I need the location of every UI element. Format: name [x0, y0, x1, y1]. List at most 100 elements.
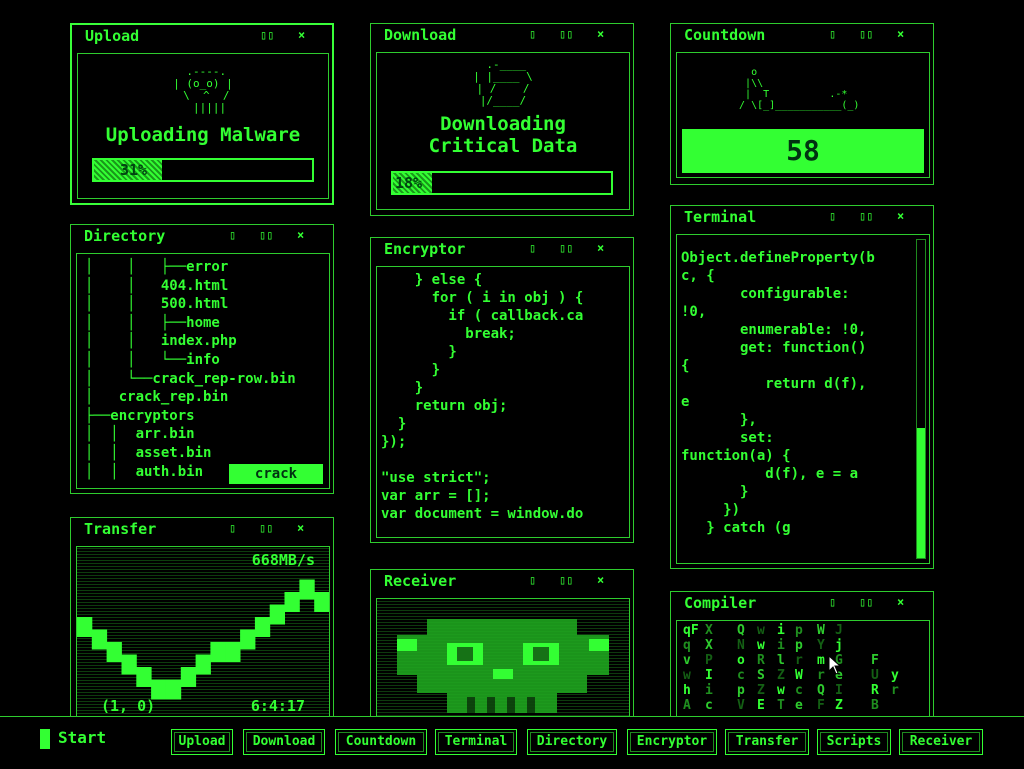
- taskbar-receiver-button[interactable]: Receiver: [899, 729, 983, 755]
- download-progress-bar: 18%: [391, 171, 613, 195]
- close-icon[interactable]: ×: [897, 27, 904, 41]
- transfer-bar: [91, 629, 108, 650]
- close-icon[interactable]: ×: [298, 28, 305, 42]
- directory-window[interactable]: Directory ▯ ▯▯ × │ │ ├──error │ │ 404.htm…: [70, 224, 334, 494]
- receiver-window[interactable]: Receiver ▯ ▯▯ ×: [370, 569, 634, 722]
- matrix-char: w: [757, 638, 765, 653]
- countdown-titlebar[interactable]: Countdown ▯ ▯▯ ×: [671, 24, 933, 46]
- download-window[interactable]: Download ▯ ▯▯ × .-____ | |____ \ | / / |…: [370, 23, 634, 216]
- matrix-char: P: [705, 653, 713, 668]
- close-icon[interactable]: ×: [597, 573, 604, 587]
- transfer-window[interactable]: Transfer ▯ ▯▯ × 668MB/s (1, 0) 6:4:17: [70, 517, 334, 720]
- download-panel: .-____ | |____ \ | / / |/____/ Downloadi…: [376, 52, 630, 210]
- matrix-char: S: [757, 668, 765, 683]
- maximize-icon[interactable]: ▯▯: [859, 595, 873, 609]
- matrix-char: w: [683, 668, 691, 683]
- close-icon[interactable]: ×: [897, 209, 904, 223]
- download-heading-line2: Critical Data: [428, 135, 578, 157]
- encryptor-titlebar[interactable]: Encryptor ▯ ▯▯ ×: [371, 238, 633, 260]
- matrix-char: Z: [777, 668, 785, 683]
- compiler-window[interactable]: Compiler ▯ ▯▯ × qF X Qw i p W Jq X Nw i p Yj v Po Rl r m…: [670, 591, 934, 722]
- terminal-titlebar[interactable]: Terminal ▯ ▯▯ ×: [671, 206, 933, 228]
- skull-image: [397, 619, 609, 713]
- receiver-titlebar[interactable]: Receiver ▯ ▯▯ ×: [371, 570, 633, 592]
- directory-titlebar[interactable]: Directory ▯ ▯▯ ×: [71, 225, 333, 247]
- taskbar-transfer-button[interactable]: Transfer: [725, 729, 809, 755]
- tree-item[interactable]: │ │ 500.html: [85, 295, 329, 314]
- matrix-char: i: [777, 638, 785, 653]
- matrix-char: A: [683, 698, 691, 713]
- matrix-char: Q: [737, 623, 745, 638]
- crack-button[interactable]: crack: [229, 464, 323, 484]
- close-icon[interactable]: ×: [597, 27, 604, 41]
- folder-art: .-____ | |____ \ | / / |/____/: [473, 58, 533, 107]
- minimize-icon[interactable]: ▯: [829, 595, 836, 609]
- taskbar-directory-button[interactable]: Directory: [527, 729, 617, 755]
- scrollbar-thumb[interactable]: [917, 428, 925, 558]
- bomb-art: o |\\ | T .-* / \[_]___________(_): [739, 67, 860, 111]
- encryptor-window[interactable]: Encryptor ▯ ▯▯ × } else { for ( i in obj…: [370, 237, 634, 543]
- download-progress-label: 18%: [395, 174, 423, 192]
- transfer-titlebar[interactable]: Transfer ▯ ▯▯ ×: [71, 518, 333, 540]
- taskbar-encryptor-button[interactable]: Encryptor: [627, 729, 717, 755]
- tree-item[interactable]: │ │ └──info: [85, 351, 329, 370]
- close-icon[interactable]: ×: [297, 228, 304, 242]
- matrix-char: R: [757, 653, 765, 668]
- minimize-icon[interactable]: ▯: [829, 209, 836, 223]
- matrix-char: i: [777, 623, 785, 638]
- maximize-icon[interactable]: ▯▯: [260, 28, 274, 42]
- taskbar-download-button[interactable]: Download: [243, 729, 325, 755]
- maximize-icon[interactable]: ▯▯: [859, 27, 873, 41]
- window-title: Receiver: [384, 572, 457, 590]
- tree-item[interactable]: │ │ asset.bin: [85, 444, 329, 463]
- tree-item[interactable]: │ │ arr.bin: [85, 425, 329, 444]
- maximize-icon[interactable]: ▯▯: [559, 573, 573, 587]
- maximize-icon[interactable]: ▯▯: [259, 521, 273, 535]
- download-titlebar[interactable]: Download ▯ ▯▯ ×: [371, 24, 633, 46]
- close-icon[interactable]: ×: [297, 521, 304, 535]
- matrix-char: N: [737, 638, 745, 653]
- matrix-char: r: [817, 668, 825, 683]
- tree-item[interactable]: │ │ index.php: [85, 332, 329, 351]
- maximize-icon[interactable]: ▯▯: [559, 27, 573, 41]
- transfer-bar-chart: [77, 579, 329, 700]
- minimize-icon[interactable]: ▯: [829, 27, 836, 41]
- taskbar-countdown-button[interactable]: Countdown: [335, 729, 427, 755]
- close-icon[interactable]: ×: [597, 241, 604, 255]
- tree-item[interactable]: │ │ ├──error: [85, 258, 329, 277]
- upload-window[interactable]: Upload ▯▯ × .----. | (o_o) | \ ^ / |||||…: [70, 23, 334, 205]
- minimize-icon[interactable]: ▯: [529, 27, 536, 41]
- close-icon[interactable]: ×: [897, 595, 904, 609]
- tree-item[interactable]: │ └──crack_rep-row.bin: [85, 370, 329, 389]
- matrix-char: X: [705, 638, 713, 653]
- minimize-icon[interactable]: ▯: [229, 521, 236, 535]
- maximize-icon[interactable]: ▯▯: [859, 209, 873, 223]
- matrix-char: w: [757, 623, 765, 638]
- terminal-window[interactable]: Terminal ▯ ▯▯ × Object.defineProperty(b …: [670, 205, 934, 569]
- countdown-window[interactable]: Countdown ▯ ▯▯ × o |\\ | T .-* / \[_]___…: [670, 23, 934, 185]
- terminal-output: Object.defineProperty(b c, { configurabl…: [676, 234, 930, 564]
- minimize-icon[interactable]: ▯: [529, 573, 536, 587]
- transfer-rate: 668MB/s: [251, 551, 315, 569]
- window-title: Encryptor: [384, 240, 466, 258]
- tree-item[interactable]: │ │ ├──home: [85, 314, 329, 333]
- taskbar-scripts-button[interactable]: Scripts: [817, 729, 891, 755]
- tree-item[interactable]: ├──encryptors: [85, 407, 329, 426]
- maximize-icon[interactable]: ▯▯: [559, 241, 573, 255]
- tree-item[interactable]: │ crack_rep.bin: [85, 388, 329, 407]
- upload-titlebar[interactable]: Upload ▯▯ ×: [72, 25, 332, 47]
- scrollbar[interactable]: [916, 239, 926, 559]
- maximize-icon[interactable]: ▯▯: [259, 228, 273, 242]
- start-button[interactable]: Start: [40, 728, 106, 749]
- compiler-matrix: qF X Qw i p W Jq X Nw i p Yj v Po Rl r m G Fw Ic S Z Wr e Uy h i p Z…: [676, 620, 930, 722]
- matrix-char: Z: [835, 698, 843, 713]
- taskbar-terminal-button[interactable]: Terminal: [435, 729, 517, 755]
- tree-item[interactable]: │ │ 404.html: [85, 277, 329, 296]
- matrix-char: c: [795, 683, 803, 698]
- minimize-icon[interactable]: ▯: [229, 228, 236, 242]
- compiler-titlebar[interactable]: Compiler ▯ ▯▯ ×: [671, 592, 933, 614]
- matrix-char: c: [737, 668, 745, 683]
- matrix-char: h: [683, 683, 691, 698]
- taskbar-upload-button[interactable]: Upload: [171, 729, 233, 755]
- minimize-icon[interactable]: ▯: [529, 241, 536, 255]
